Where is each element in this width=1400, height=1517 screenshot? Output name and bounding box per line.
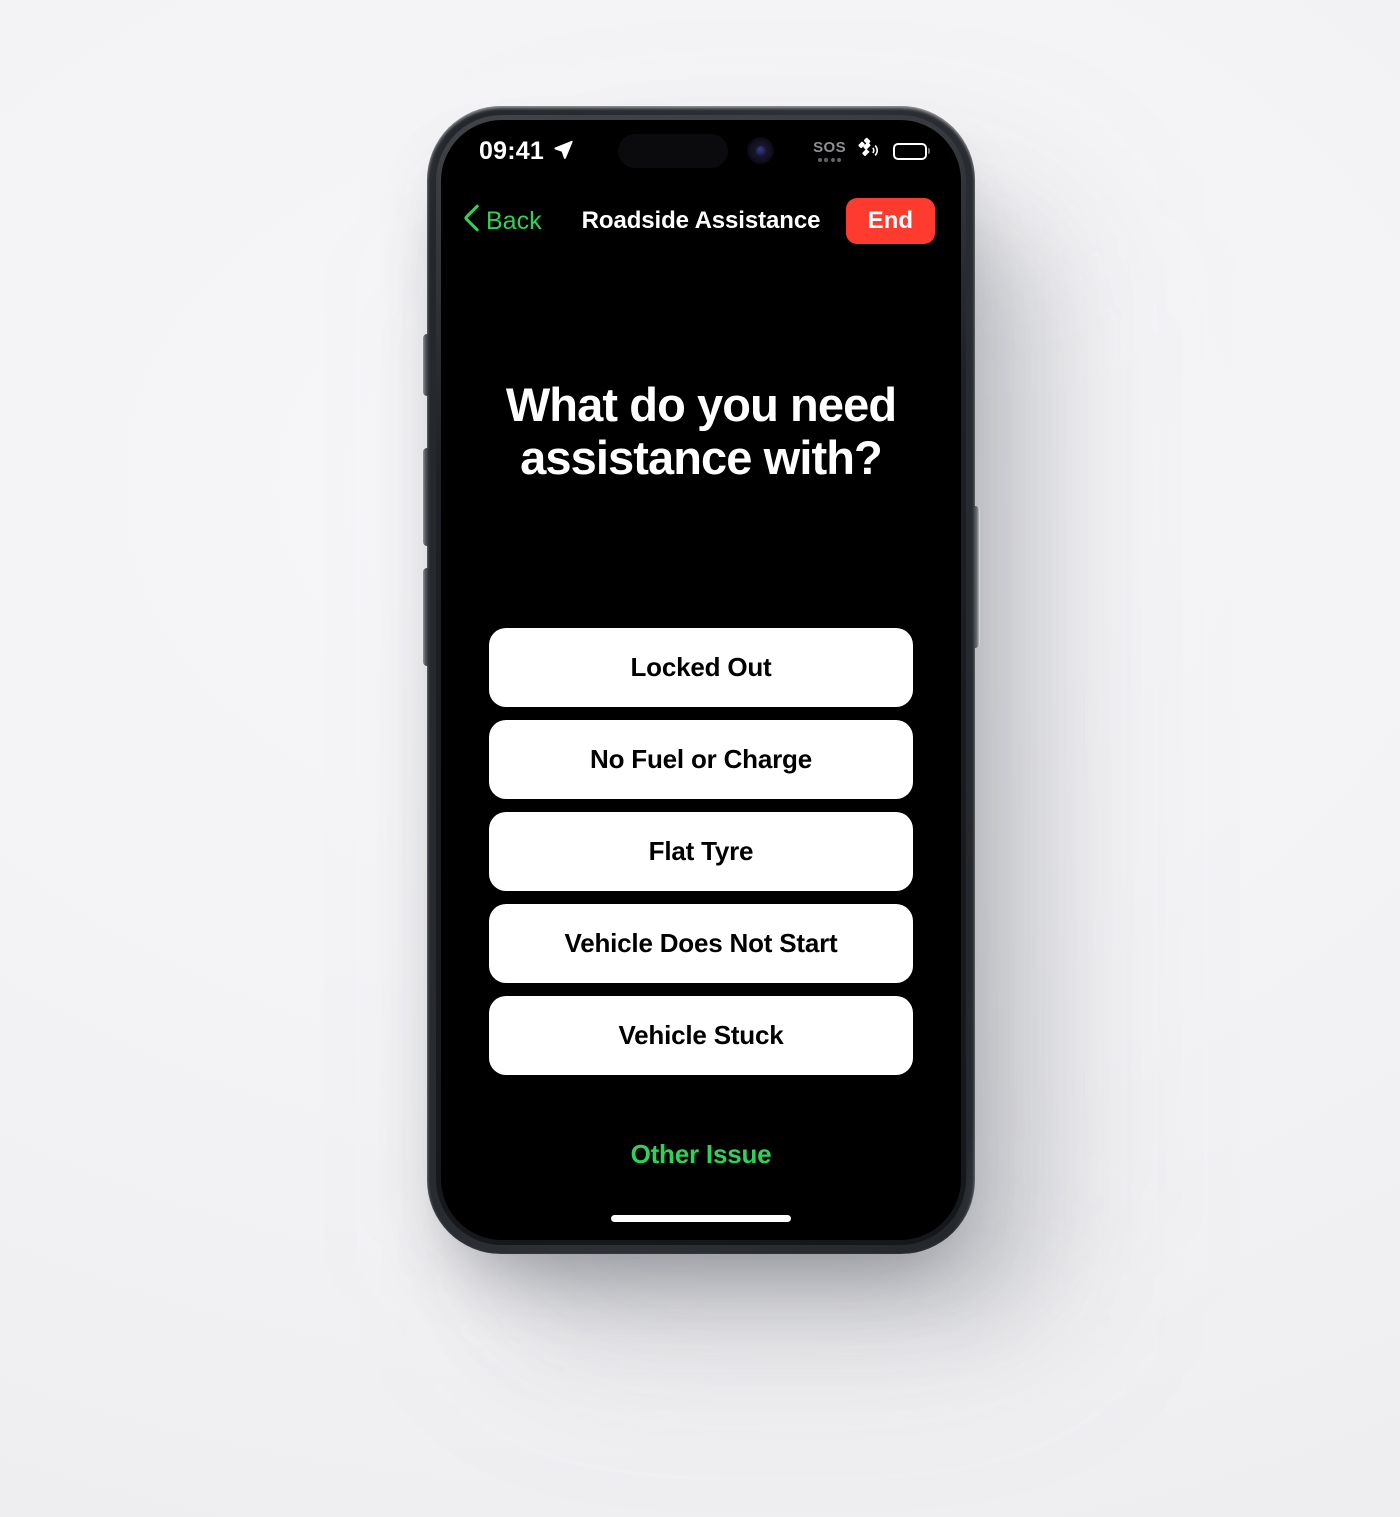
option-flat-tyre[interactable]: Flat Tyre: [489, 812, 913, 892]
volume-down-button[interactable]: [423, 568, 429, 666]
other-issue-container: Other Issue: [489, 1139, 913, 1170]
status-time-group: 09:41: [479, 138, 574, 165]
action-button[interactable]: [423, 334, 429, 396]
option-locked-out[interactable]: Locked Out: [489, 628, 913, 708]
main-content: What do you need assistance with? Locked…: [441, 260, 961, 1240]
end-button[interactable]: End: [845, 198, 935, 244]
location-arrow-icon: [552, 138, 574, 165]
option-vehicle-stuck[interactable]: Vehicle Stuck: [489, 996, 913, 1076]
status-icons: SOS: [813, 136, 927, 166]
option-no-fuel-or-charge[interactable]: No Fuel or Charge: [489, 720, 913, 800]
back-button-label: Back: [486, 206, 542, 235]
option-vehicle-does-not-start[interactable]: Vehicle Does Not Start: [489, 904, 913, 984]
dynamic-island[interactable]: [618, 134, 728, 168]
home-indicator[interactable]: [611, 1215, 791, 1222]
phone-screen: 09:41 SOS Back Roadside Assistance End W…: [441, 120, 961, 1240]
other-issue-button[interactable]: Other Issue: [631, 1139, 772, 1170]
front-camera-icon: [747, 137, 774, 164]
status-time: 09:41: [479, 136, 544, 165]
status-bar: 09:41 SOS: [441, 120, 961, 182]
phone-device: 09:41 SOS Back Roadside Assistance End W…: [423, 106, 979, 1254]
power-button[interactable]: [973, 506, 979, 648]
satellite-icon: [857, 136, 882, 166]
volume-up-button[interactable]: [423, 448, 429, 546]
back-button[interactable]: Back: [463, 204, 542, 239]
battery-icon: [893, 142, 927, 160]
sos-label: SOS: [813, 139, 846, 156]
signal-dots-icon: [817, 158, 842, 162]
headline: What do you need assistance with?: [505, 378, 897, 485]
sos-indicator: SOS: [813, 140, 846, 162]
chevron-left-icon: [463, 204, 480, 239]
assistance-options-list: Locked Out No Fuel or Charge Flat Tyre V…: [489, 628, 913, 1076]
navigation-bar: Back Roadside Assistance End: [441, 182, 961, 260]
